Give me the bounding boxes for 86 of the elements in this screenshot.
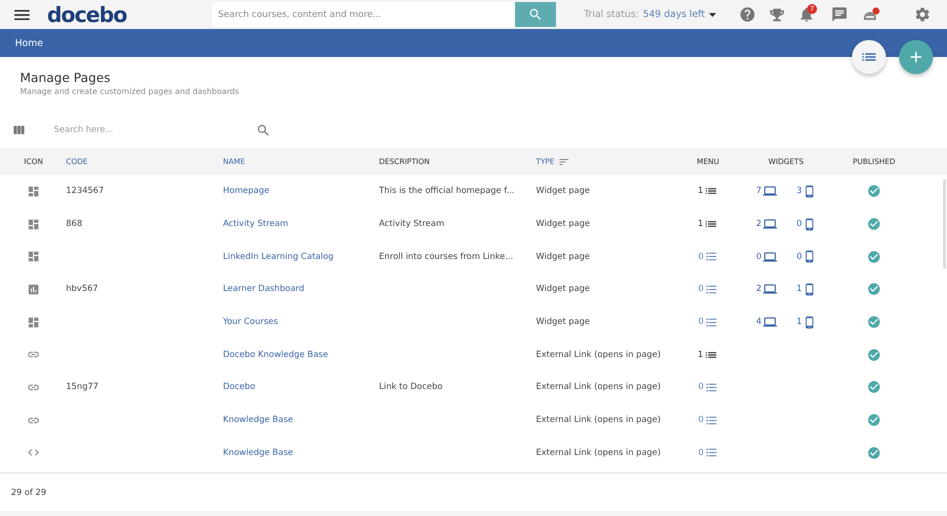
dashboard-icon [27, 250, 40, 264]
page-name-link[interactable]: Knowledge Base [223, 415, 294, 426]
page-name-link[interactable]: Learner Dashboard [223, 284, 304, 294]
phone-icon [802, 316, 816, 329]
chart-icon [27, 282, 40, 296]
list-icon [704, 414, 718, 427]
type-cell: External Link (opens in page) [536, 415, 661, 426]
desktop-widget-count[interactable]: 2 [756, 282, 776, 296]
list-icon [704, 380, 718, 394]
page-title: Manage Pages [20, 70, 112, 85]
scrollbar[interactable] [943, 179, 946, 269]
code-cell: 868 [66, 219, 82, 230]
phone-icon [802, 184, 816, 198]
description-cell: Link to Docebo [379, 382, 443, 392]
chat-icon[interactable] [831, 6, 848, 23]
type-cell: Widget page [536, 186, 590, 196]
mobile-widget-count[interactable]: 0 [796, 250, 816, 264]
columns-icon[interactable] [12, 123, 26, 137]
type-cell: Widget page [536, 284, 590, 294]
type-cell: Widget page [536, 252, 590, 262]
laptop-icon [762, 315, 776, 330]
page-name-link[interactable]: Your Courses [223, 317, 278, 328]
phone-icon [802, 282, 816, 296]
search-button[interactable] [515, 2, 556, 27]
trial-status[interactable]: Trial status: 549 days left [584, 9, 716, 20]
description-cell: Activity Stream [379, 219, 444, 230]
dashboard-icon [27, 218, 40, 231]
laptop-icon [762, 184, 776, 198]
type-cell: Widget page [536, 219, 590, 230]
menu-count[interactable]: 1 [698, 184, 718, 198]
list-icon [704, 316, 718, 329]
description-cell: This is the official homepage f... [379, 186, 514, 196]
search-icon[interactable] [256, 122, 271, 138]
phone-icon [802, 250, 816, 264]
desktop-widget-count[interactable]: 2 [756, 217, 776, 232]
list-icon [704, 250, 718, 264]
mobile-widget-count[interactable]: 1 [796, 282, 816, 296]
menu-count[interactable]: 0 [698, 446, 718, 460]
menu-count[interactable]: 0 [698, 380, 718, 394]
type-cell: External Link (opens in page) [536, 448, 661, 458]
page-subtitle: Manage and create customized pages and dashboards [20, 87, 240, 96]
menu-count[interactable]: 0 [698, 316, 718, 329]
logo: docebo [47, 2, 127, 26]
page-name-link[interactable]: LinkedIn Learning Catalog [223, 252, 334, 262]
help-icon[interactable] [739, 6, 756, 23]
search-icon [528, 7, 543, 22]
description-cell: Enroll into courses from Linke... [379, 252, 514, 262]
helmet-icon[interactable] [862, 6, 880, 22]
dashboard-icon [27, 184, 40, 198]
menu-count[interactable]: 1 [698, 217, 718, 232]
search-field[interactable]: Search courses, content and more... [212, 2, 515, 27]
list-icon [704, 282, 718, 296]
page-name-link[interactable]: Activity Stream [223, 219, 288, 230]
page-name-link[interactable]: Knowledge Base [223, 448, 294, 458]
mobile-widget-count[interactable]: 3 [796, 184, 816, 198]
page-name-link[interactable]: Docebo Knowledge Base [223, 350, 328, 360]
add-button[interactable] [899, 40, 933, 74]
menu-count[interactable]: 0 [698, 282, 718, 296]
laptop-icon [762, 217, 776, 232]
code-cell: 1234567 [66, 186, 104, 196]
laptop-icon [762, 282, 776, 296]
page-name-link[interactable]: Homepage [223, 186, 270, 196]
code-cell: 15ng77 [66, 382, 98, 392]
desktop-widget-count[interactable]: 7 [756, 184, 776, 198]
menu-count[interactable]: 0 [698, 250, 718, 264]
menu-count[interactable]: 0 [698, 414, 718, 427]
mobile-widget-count[interactable]: 1 [796, 315, 816, 330]
type-cell: Widget page [536, 317, 590, 328]
row-count: 29 of 29 [11, 488, 46, 498]
type-cell: External Link (opens in page) [536, 382, 661, 392]
page-name-link[interactable]: Docebo [223, 382, 256, 392]
caret-icon [708, 12, 716, 16]
code-cell: hbv567 [66, 284, 98, 294]
settings-icon[interactable] [914, 6, 931, 23]
desktop-widget-count[interactable]: 0 [756, 250, 776, 264]
list-view-button[interactable] [852, 40, 886, 74]
desktop-widget-count[interactable]: 4 [756, 315, 776, 330]
phone-icon [802, 218, 816, 231]
trophy-icon[interactable] [770, 8, 784, 22]
type-cell: External Link (opens in page) [536, 350, 661, 360]
dashboard-icon [27, 316, 40, 329]
list-icon [704, 446, 718, 460]
breadcrumb-link[interactable]: Home [15, 38, 44, 48]
menu-count[interactable]: 1 [698, 348, 718, 362]
laptop-icon [762, 250, 776, 264]
mobile-widget-count[interactable]: 0 [796, 217, 816, 232]
